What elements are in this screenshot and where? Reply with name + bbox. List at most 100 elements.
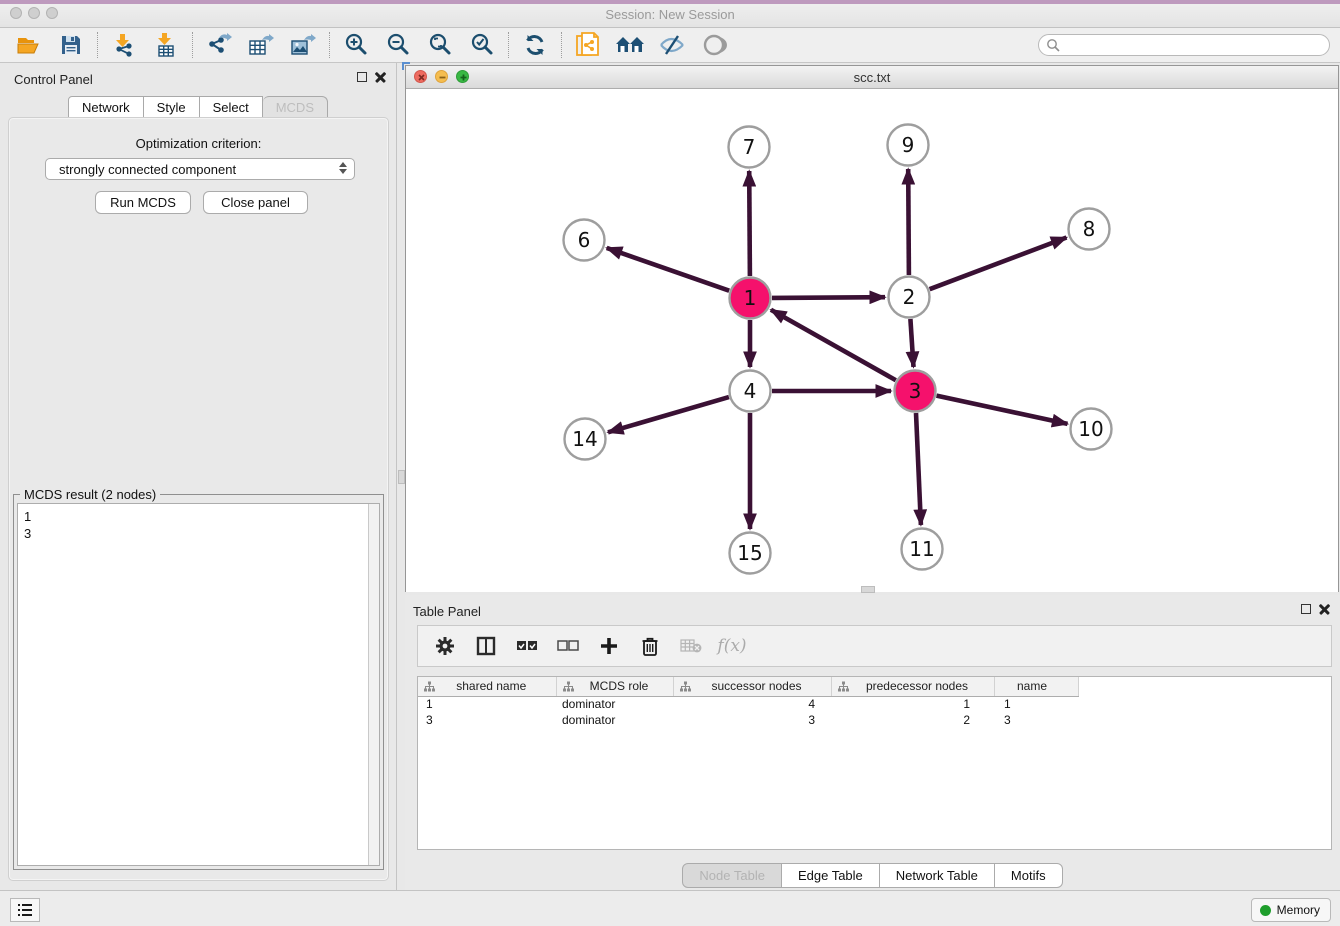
horizontal-splitter-handle[interactable]	[861, 586, 875, 593]
table-row[interactable]: 3dominator323	[418, 712, 1331, 728]
delete-column-button[interactable]	[638, 634, 662, 658]
tab-style[interactable]: Style	[144, 96, 200, 119]
graph-node-15[interactable]: 15	[730, 533, 771, 574]
graph-node-3[interactable]: 3	[895, 371, 936, 412]
graph-node-6[interactable]: 6	[564, 220, 605, 261]
graph-node-4[interactable]: 4	[730, 371, 771, 412]
open-network-file-button[interactable]	[567, 30, 609, 60]
network-window-titlebar[interactable]: scc.txt	[406, 66, 1338, 89]
tab-network[interactable]: Network	[68, 96, 144, 119]
show-panels-button[interactable]	[693, 30, 735, 60]
column-header-successor-nodes[interactable]: successor nodes	[673, 677, 831, 696]
zoom-out-button[interactable]	[377, 30, 419, 60]
tab-select[interactable]: Select	[200, 96, 263, 119]
column-header-shared-name[interactable]: shared name	[418, 677, 556, 696]
gear-button[interactable]	[433, 634, 457, 658]
mcds-result-list[interactable]: 1 3	[17, 503, 380, 866]
table-cell[interactable]: 2	[831, 712, 994, 728]
table-body[interactable]: 1dominator4113dominator323	[418, 696, 1331, 728]
graph-node-1[interactable]: 1	[730, 278, 771, 319]
column-header-name[interactable]: name	[994, 677, 1078, 696]
export-image-button[interactable]	[282, 30, 324, 60]
optimization-criterion-label: Optimization criterion:	[9, 136, 388, 151]
edge-3-10[interactable]	[937, 396, 1068, 424]
home-button[interactable]	[609, 30, 651, 60]
function-builder-button[interactable]: f(x)	[720, 634, 744, 658]
svg-text:9: 9	[902, 133, 915, 157]
tab-edge-table[interactable]: Edge Table	[782, 863, 880, 888]
float-panel-icon[interactable]	[357, 72, 367, 82]
export-network-button[interactable]	[198, 30, 240, 60]
close-panel-button[interactable]: Close panel	[203, 191, 308, 214]
hide-panels-button[interactable]	[651, 30, 693, 60]
run-mcds-button[interactable]: Run MCDS	[95, 191, 191, 214]
split-column-button[interactable]	[474, 634, 498, 658]
graph-node-11[interactable]: 11	[902, 529, 943, 570]
tab-network-table[interactable]: Network Table	[880, 863, 995, 888]
show-task-history-button[interactable]	[10, 898, 40, 922]
search-box[interactable]	[1038, 34, 1330, 56]
edge-1-7[interactable]	[749, 171, 750, 276]
control-panel: Control Panel NetworkStyleSelectMCDS Opt…	[0, 63, 397, 890]
network-graph[interactable]: 7 9 6 8 1 2 4 3 14	[406, 90, 1338, 592]
edge-1-6[interactable]	[607, 248, 730, 291]
column-header-MCDS-role[interactable]: MCDS role	[556, 677, 673, 696]
table-cell[interactable]: 3	[994, 712, 1078, 728]
table-cell[interactable]: 1	[831, 696, 994, 712]
delete-table-button[interactable]	[679, 634, 703, 658]
table-cell[interactable]: dominator	[556, 696, 673, 712]
import-network-button[interactable]	[103, 30, 145, 60]
export-table-button[interactable]	[240, 30, 282, 60]
table-cell[interactable]: 1	[418, 696, 556, 712]
table-cell[interactable]: 1	[994, 696, 1078, 712]
titlebar: Session: New Session	[0, 0, 1340, 28]
save-session-button[interactable]	[50, 30, 92, 60]
search-input[interactable]	[1060, 36, 1329, 54]
edge-4-14[interactable]	[608, 397, 729, 432]
edge-2-3[interactable]	[910, 319, 913, 367]
edge-2-9[interactable]	[908, 169, 909, 275]
vertical-splitter-handle[interactable]	[398, 470, 405, 484]
graph-node-14[interactable]: 14	[565, 419, 606, 460]
graph-node-8[interactable]: 8	[1069, 209, 1110, 250]
network-canvas[interactable]: 7 9 6 8 1 2 4 3 14	[406, 90, 1338, 592]
add-column-button[interactable]	[597, 634, 621, 658]
svg-text:2: 2	[903, 285, 916, 309]
network-view-window: scc.txt 7 9 6 8 1 2 4	[405, 65, 1339, 592]
zoom-selected-button[interactable]	[461, 30, 503, 60]
table-cell[interactable]: 4	[673, 696, 831, 712]
edge-3-11[interactable]	[916, 413, 921, 525]
graph-node-9[interactable]: 9	[888, 125, 929, 166]
table-row[interactable]: 1dominator411	[418, 696, 1331, 712]
table-cell[interactable]: 3	[673, 712, 831, 728]
unselect-all-button[interactable]	[556, 634, 580, 658]
table-cell[interactable]: 3	[418, 712, 556, 728]
result-scrollbar[interactable]	[368, 504, 379, 865]
tab-motifs[interactable]: Motifs	[995, 863, 1063, 888]
zoom-in-button[interactable]	[335, 30, 377, 60]
edge-3-1[interactable]	[771, 310, 896, 380]
graph-node-7[interactable]: 7	[729, 127, 770, 168]
column-header-predecessor-nodes[interactable]: predecessor nodes	[831, 677, 994, 696]
import-table-button[interactable]	[145, 30, 187, 60]
zoom-in-icon	[343, 32, 369, 58]
open-file-button[interactable]	[8, 30, 50, 60]
graph-node-10[interactable]: 10	[1071, 409, 1112, 450]
edge-2-8[interactable]	[930, 238, 1067, 290]
close-panel-icon[interactable]	[1319, 603, 1330, 614]
refresh-button[interactable]	[514, 30, 556, 60]
graph-node-2[interactable]: 2	[889, 277, 930, 318]
select-all-button[interactable]	[515, 634, 539, 658]
window-title: Session: New Session	[0, 7, 1340, 22]
zoom-fit-button[interactable]	[419, 30, 461, 60]
tab-mcds[interactable]: MCDS	[263, 96, 328, 119]
node-table[interactable]: shared name MCDS role successor nodes pr…	[418, 677, 1331, 728]
close-panel-icon[interactable]	[375, 71, 386, 82]
tab-node-table[interactable]: Node Table	[682, 863, 782, 888]
float-panel-icon[interactable]	[1301, 604, 1311, 614]
table-header-row[interactable]: shared name MCDS role successor nodes pr…	[418, 677, 1331, 696]
optimization-criterion-select[interactable]: strongly connected component	[45, 158, 355, 180]
memory-button[interactable]: Memory	[1251, 898, 1331, 922]
table-cell[interactable]: dominator	[556, 712, 673, 728]
edge-1-2[interactable]	[772, 297, 885, 298]
